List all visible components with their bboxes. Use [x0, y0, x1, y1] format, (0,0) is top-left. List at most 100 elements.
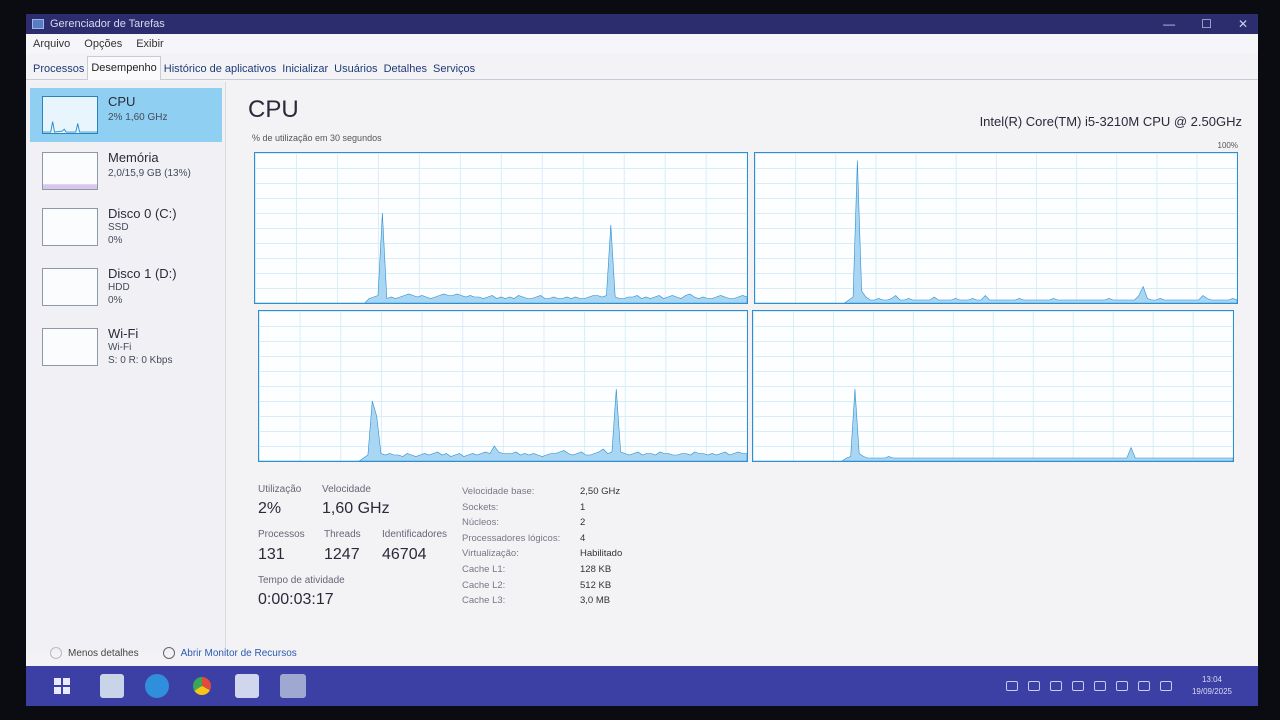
sidebar-item-subtitle: 2,0/15,9 GB (13%) [108, 168, 191, 179]
windows-start-icon[interactable] [54, 678, 70, 694]
sidebar-item-title: Disco 1 (D:) [108, 266, 177, 281]
sidebar-item-subtitle: 2% 1,60 GHz [108, 112, 168, 123]
spec-key: Sockets: [462, 501, 499, 513]
sidebar-item-disco-0[interactable]: Disco 0 (C:) SSD 0% [30, 200, 222, 254]
sidebar-item-type: HDD [108, 282, 130, 293]
spec-row: Cache L1: 128 KB [462, 564, 702, 580]
tab-processos[interactable]: Processos [30, 58, 87, 80]
core-graph-3 [752, 310, 1234, 462]
sidebar-item-wifi[interactable]: Wi-Fi Wi-Fi S: 0 R: 0 Kbps [30, 320, 222, 374]
core-3-area [753, 389, 1233, 461]
spec-row: Cache L2: 512 KB [462, 580, 702, 596]
sidebar-item-title: Memória [108, 150, 159, 165]
tab-detalhes[interactable]: Detalhes [381, 58, 430, 80]
spec-row: Processadores lógicos: 4 [462, 533, 702, 549]
speed-value: 1,60 GHz [322, 500, 390, 517]
clock[interactable]: 13:04 19/09/2025 [1192, 674, 1232, 698]
cpu-model-name: Intel(R) Core(TM) i5-3210M CPU @ 2.50GHz [979, 114, 1242, 129]
open-resource-monitor-link[interactable]: Abrir Monitor de Recursos [181, 648, 297, 659]
sidebar-item-usage: 0% [108, 235, 123, 246]
volume-icon[interactable] [1159, 681, 1172, 691]
wifi-icon[interactable] [1137, 681, 1150, 691]
close-button[interactable]: ✕ [1238, 17, 1248, 31]
core-1-area [755, 161, 1237, 303]
processes-label: Processos [258, 529, 305, 540]
tab-usuarios[interactable]: Usuários [331, 58, 380, 80]
cpu-mini-graph [42, 96, 98, 134]
core-graph-1 [754, 152, 1238, 304]
sidebar-item-usage: 0% [108, 295, 123, 306]
tab-inicializar[interactable]: Inicializar [279, 58, 331, 80]
tab-historico[interactable]: Histórico de aplicativos [161, 58, 280, 80]
defender-icon[interactable] [1071, 681, 1084, 691]
store-icon[interactable] [235, 674, 259, 698]
memory-mini-graph [42, 152, 98, 190]
spec-row: Velocidade base: 2,50 GHz [462, 486, 702, 502]
sidebar-item-cpu[interactable]: CPU 2% 1,60 GHz [30, 88, 222, 142]
footer: Menos detalhes Abrir Monitor de Recursos [50, 644, 297, 662]
tab-desempenho[interactable]: Desempenho [87, 56, 161, 80]
minimize-button[interactable]: — [1163, 17, 1175, 31]
bluetooth-icon[interactable] [1093, 681, 1106, 691]
clock-time: 13:04 [1201, 675, 1222, 684]
onedrive-icon[interactable] [1027, 681, 1040, 691]
speed-label: Velocidade [322, 484, 371, 495]
edge-icon[interactable] [145, 674, 169, 698]
sidebar-item-title: CPU [108, 94, 136, 109]
utilization-value: 2% [258, 500, 282, 517]
resource-monitor-icon[interactable] [162, 647, 175, 659]
task-manager-icon[interactable] [280, 674, 306, 698]
uptime-value: 0:00:03:17 [258, 591, 334, 608]
taskbar: 13:04 19/09/2025 [26, 666, 1258, 706]
title-bar: Gerenciador de Tarefas — ☐ ✕ [26, 14, 1258, 34]
maximize-button[interactable]: ☐ [1201, 17, 1212, 31]
disk0-mini-graph [42, 208, 98, 246]
utilization-label: Utilização [258, 484, 302, 495]
screen: Gerenciador de Tarefas — ☐ ✕ Arquivo Opç… [26, 14, 1258, 706]
sidebar-item-disco-1[interactable]: Disco 1 (D:) HDD 0% [30, 260, 222, 314]
spec-key: Cache L3: [462, 595, 506, 607]
task-manager-app-icon [32, 19, 44, 29]
spec-key: Núcleos: [462, 517, 499, 529]
utilization-caption: % de utilização em 30 segundos [252, 133, 382, 143]
max-percent-label: 100% [1217, 141, 1238, 150]
core-graph-2 [258, 310, 748, 462]
threads-label: Threads [324, 529, 361, 540]
spec-value: 2 [580, 517, 586, 529]
spec-value: 512 KB [580, 579, 612, 591]
tab-bar: Processos Desempenho Histórico de aplica… [26, 56, 1258, 80]
core-2-area [259, 389, 747, 461]
spec-row: Sockets: 1 [462, 502, 702, 518]
wifi-mini-graph [42, 328, 98, 366]
chevron-up-icon[interactable] [50, 647, 62, 659]
handles-value: 46704 [382, 546, 427, 563]
file-explorer-icon[interactable] [100, 674, 124, 698]
tab-servicos[interactable]: Serviços [430, 58, 478, 80]
spec-value: 128 KB [580, 563, 612, 575]
less-details-button[interactable]: Menos detalhes [68, 648, 139, 659]
sidebar-item-title: Disco 0 (C:) [108, 206, 177, 221]
cpu-specs: Velocidade base: 2,50 GHz Sockets: 1 Núcle… [462, 486, 702, 611]
threads-value: 1247 [324, 546, 360, 563]
spec-key: Velocidade base: [462, 486, 535, 497]
menu-exibir[interactable]: Exibir [136, 38, 164, 50]
battery-icon[interactable] [1115, 681, 1128, 691]
spec-row: Virtualização: Habilitado [462, 548, 702, 564]
spec-row: Cache L3: 3,0 MB [462, 595, 702, 611]
menu-arquivo[interactable]: Arquivo [33, 38, 70, 50]
chrome-icon[interactable] [190, 674, 214, 698]
spec-key: Virtualização: [462, 548, 519, 560]
chat-icon[interactable] [1005, 681, 1018, 691]
sidebar-item-memoria[interactable]: Memória 2,0/15,9 GB (13%) [30, 144, 222, 198]
window-controls: — ☐ ✕ [1163, 14, 1248, 34]
spec-key: Cache L1: [462, 563, 506, 575]
clock-date: 19/09/2025 [1191, 687, 1232, 696]
spec-value: 2,50 GHz [580, 486, 621, 497]
menu-opcoes[interactable]: Opções [84, 38, 122, 50]
sidebar-item-type: Wi-Fi [108, 342, 132, 353]
tray-app-icon[interactable] [1049, 681, 1062, 691]
window-title: Gerenciador de Tarefas [50, 18, 165, 30]
core-graph-0 [254, 152, 748, 304]
spec-key: Processadores lógicos: [462, 532, 561, 544]
system-tray: 13:04 19/09/2025 [1005, 666, 1232, 706]
